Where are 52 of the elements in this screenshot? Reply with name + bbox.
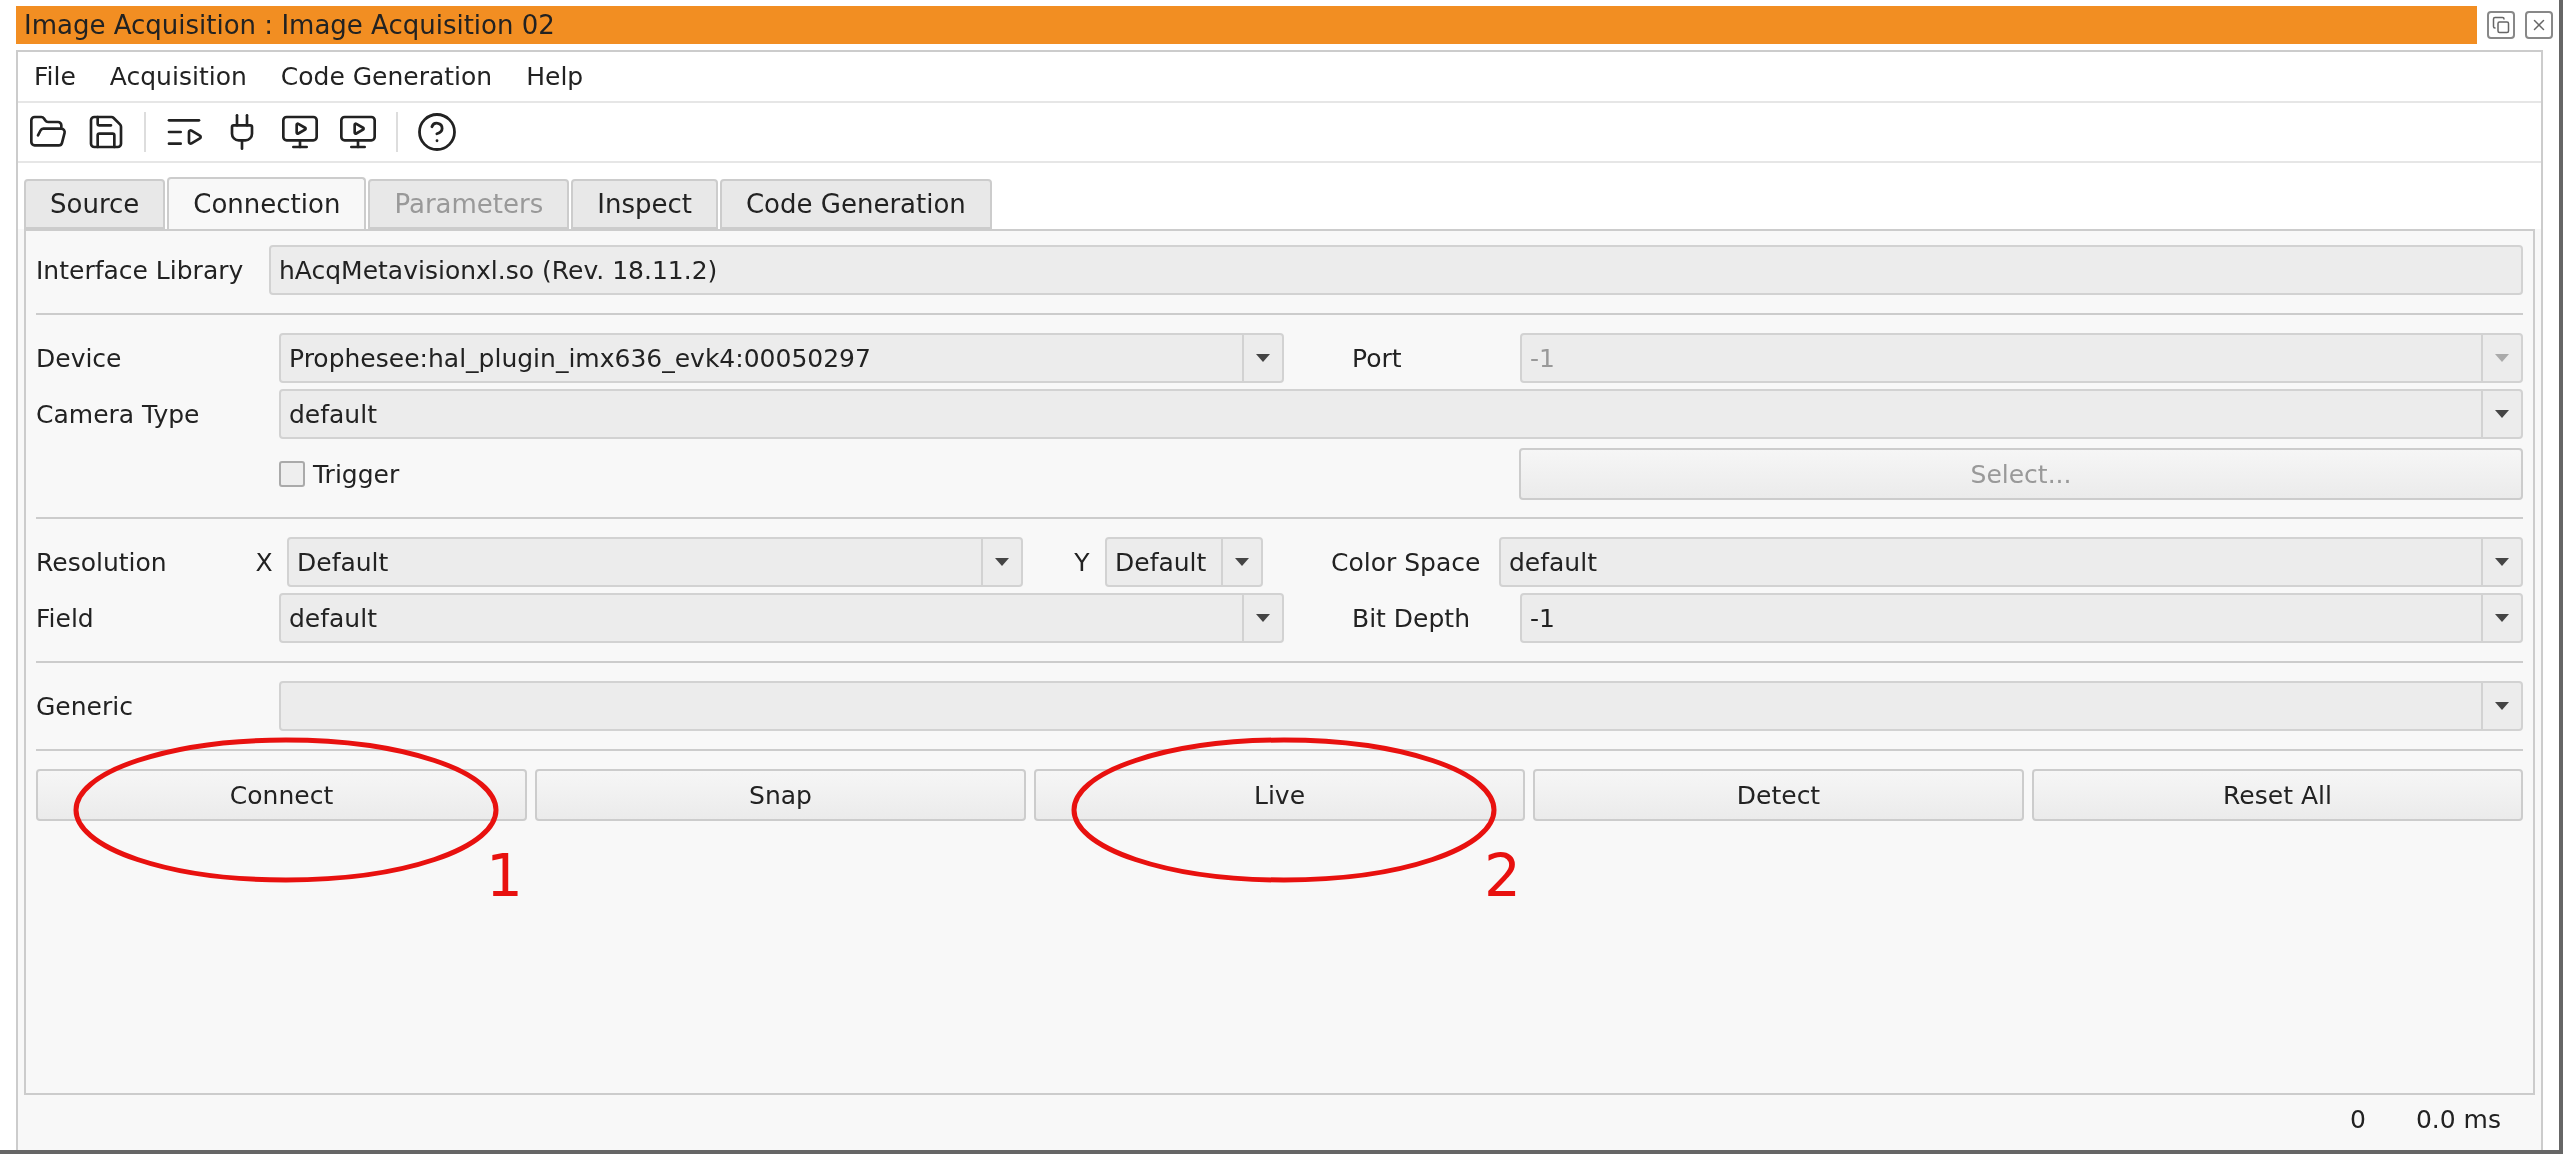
field-label: Generic [36,691,134,721]
dropdown-arrow-icon [1235,558,1249,566]
action-button[interactable]: Snap [535,769,1026,821]
field-label: Field [36,603,95,633]
annotation-number: 2 [1484,847,1521,905]
action-button[interactable]: Connect [36,769,527,821]
dropdown-field[interactable]: default [1499,537,2523,587]
dropdown-field[interactable]: -1 [1520,593,2523,643]
menu-item[interactable]: Code Generation [278,60,495,93]
input-field[interactable]: hAcqMetavisionxl.so (Rev. 18.11.2) [269,245,2523,295]
dropdown-arrow-icon [2495,702,2509,710]
tab[interactable]: Source [24,179,166,229]
field-label: X [254,547,274,577]
dropdown-field[interactable]: Default [287,537,1023,587]
menu-item[interactable]: Help [524,60,586,93]
field-label: Color Space [1331,547,1482,577]
tab[interactable]: Code Generation [719,179,992,229]
status-text: 0 [2350,1105,2366,1134]
dropdown-arrow-icon [2495,354,2509,362]
field-label: Resolution [36,547,168,577]
field-label: Camera Type [36,399,201,429]
dropdown-field[interactable] [279,681,2523,731]
window-title: Image Acquisition : Image Acquisition 02 [16,6,2477,44]
checkbox-label: Trigger [313,459,400,489]
field-label: Bit Depth [1352,603,1471,633]
dropdown-field[interactable]: default [279,389,2523,439]
dropdown-field[interactable]: Prophesee:hal_plugin_imx636_evk4:00050297 [279,333,1284,383]
dropdown-arrow-icon [2495,558,2509,566]
dropdown-arrow-icon [1256,354,1270,362]
field-label: Interface Library [36,255,245,285]
dropdown-arrow-icon [2495,410,2509,418]
checkbox[interactable] [279,461,305,487]
dropdown-field[interactable]: default [279,593,1284,643]
tab[interactable]: Connection [167,177,367,231]
help-icon[interactable] [416,111,458,153]
menu-item[interactable]: File [32,60,78,93]
dropdown-field[interactable]: Default [1105,537,1263,587]
field-label: Device [36,343,123,373]
dropdown-arrow-icon [2495,614,2509,622]
action-button[interactable]: Detect [1533,769,2024,821]
dropdown-arrow-icon [995,558,1009,566]
field-label: Y [1073,547,1091,577]
annotation-number: 1 [486,847,523,905]
field-label: Port [1352,343,1403,373]
tab[interactable]: Inspect [571,179,718,229]
action-button[interactable]: Live [1034,769,1525,821]
restore-icon[interactable] [2487,11,2515,39]
status-text: 0.0 ms [2415,1105,2501,1134]
menu-item[interactable]: Acquisition [107,60,249,93]
close-icon[interactable] [2525,11,2553,39]
dropdown-arrow-icon [1256,614,1270,622]
action-button[interactable]: Reset All [2032,769,2523,821]
